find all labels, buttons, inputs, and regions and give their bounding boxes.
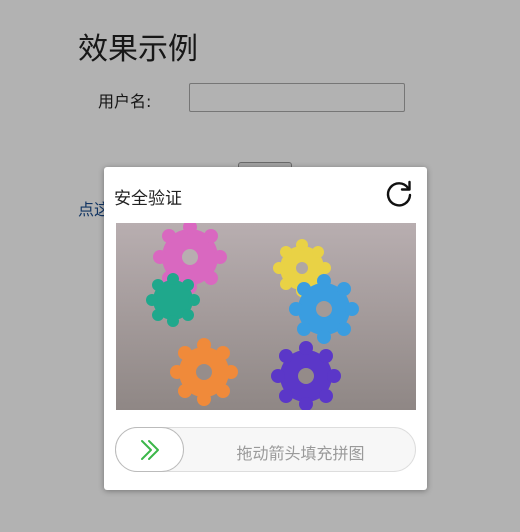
puzzle-image	[116, 223, 416, 410]
slider-handle[interactable]	[115, 427, 184, 472]
blue-gear	[289, 274, 359, 344]
modal-title: 安全验证	[114, 189, 182, 209]
teal-gear	[146, 273, 200, 327]
double-chevron-right-icon	[141, 440, 159, 460]
slider-track: 拖动箭头填充拼图	[115, 427, 416, 472]
purple-gear	[271, 341, 341, 410]
captcha-modal: 安全验证 拖动箭头填充拼图	[104, 167, 427, 490]
orange-gear	[170, 338, 238, 406]
refresh-icon[interactable]	[382, 177, 416, 211]
